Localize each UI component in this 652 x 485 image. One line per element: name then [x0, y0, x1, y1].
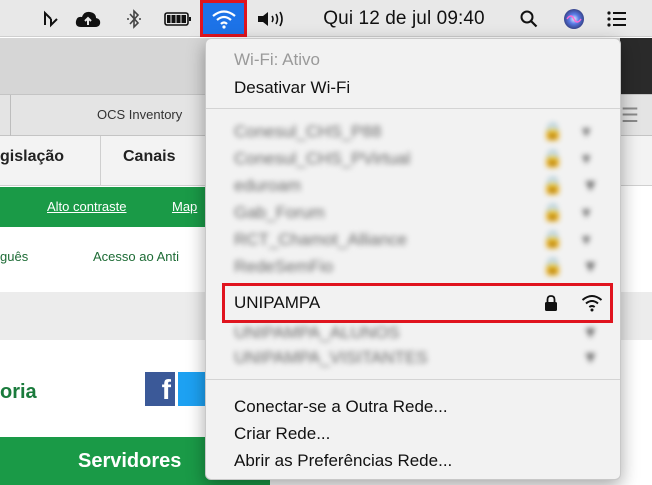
create-network[interactable]: Criar Rede...	[206, 421, 620, 447]
menu-icon[interactable]: ☰	[621, 103, 639, 128]
wifi-status: Wi-Fi: Ativo	[234, 50, 320, 69]
lock-icon: 🔒	[542, 122, 564, 141]
lock-icon: 🔒	[542, 176, 564, 195]
section-heading: oria	[0, 381, 37, 403]
volume-icon[interactable]	[254, 0, 288, 37]
nav-tab-legislacao[interactable]: gislação	[0, 148, 64, 166]
connect-other-network[interactable]: Conectar-se a Outra Rede...	[206, 394, 620, 420]
tab-ocs-inventory[interactable]: OCS Inventory	[97, 107, 182, 122]
selected-network-highlight	[222, 283, 613, 323]
lock-icon: 🔒	[542, 149, 564, 168]
bluetooth-icon[interactable]	[122, 0, 146, 37]
tab-divider	[10, 95, 11, 137]
network-item[interactable]: eduroam 🔒 ▼	[206, 173, 620, 199]
nav-tab-canais[interactable]: Canais	[123, 148, 175, 166]
network-item[interactable]: UNIPAMPA_VISITANTES ▼	[206, 345, 620, 371]
network-item[interactable]: Conesul_CHS_PVirtual 🔒 ▾	[206, 146, 620, 172]
menu-bar: Qui 12 de jul 09:40	[0, 0, 652, 37]
wifi-signal-icon: ▾	[582, 149, 591, 168]
lock-icon: 🔒	[542, 203, 564, 222]
accessibility-bar: Alto contraste Map	[0, 187, 210, 227]
open-network-preferences[interactable]: Abrir as Preferências Rede...	[206, 448, 620, 474]
menu-separator	[206, 108, 620, 109]
cursor-icon[interactable]	[38, 0, 64, 37]
network-item[interactable]: Conesul_CHS_P88 🔒 ▾	[206, 119, 620, 145]
toolbar-dark-edge	[620, 38, 652, 94]
network-item[interactable]: Gab_Forum 🔒 ▾	[206, 200, 620, 226]
network-name: RCT_Chamot_Alliance	[234, 230, 407, 249]
network-name: eduroam	[234, 176, 302, 195]
wifi-signal-icon: ▼	[582, 176, 599, 195]
nav-divider	[100, 136, 101, 186]
wifi-icon[interactable]	[200, 0, 247, 37]
wifi-toggle[interactable]: Desativar Wi-Fi	[206, 75, 620, 101]
lock-icon: 🔒	[542, 230, 564, 249]
wifi-signal-icon: ▾	[582, 122, 591, 141]
battery-icon[interactable]	[162, 0, 194, 37]
link-acesso-anti[interactable]: Acesso ao Anti	[93, 249, 179, 264]
network-name: UNIPAMPA_VISITANTES	[234, 348, 428, 367]
cloud-upload-icon[interactable]	[72, 0, 104, 37]
wifi-menu: Wi-Fi: Ativo Desativar Wi-Fi Conesul_CHS…	[205, 38, 621, 480]
twitter-icon[interactable]	[178, 372, 206, 406]
list-icon[interactable]	[601, 0, 633, 37]
siri-icon[interactable]	[559, 0, 589, 37]
network-name: UNIPAMPA_ALUNOS	[234, 323, 400, 342]
link-alto-contraste[interactable]: Alto contraste	[47, 199, 127, 214]
wifi-signal-icon: ▼	[582, 348, 599, 367]
menu-clock[interactable]: Qui 12 de jul 09:40	[304, 0, 504, 37]
network-item[interactable]: RCT_Chamot_Alliance 🔒 ▾	[206, 227, 620, 253]
menu-separator	[206, 379, 620, 380]
lock-icon: 🔒	[542, 257, 564, 276]
link-mapa[interactable]: Map	[172, 199, 197, 214]
wifi-signal-icon: ▾	[582, 230, 591, 249]
facebook-icon[interactable]: f	[145, 372, 175, 406]
wifi-signal-icon: ▼	[582, 257, 599, 276]
wifi-signal-icon: ▾	[582, 203, 591, 222]
network-name: Conesul_CHS_P88	[234, 122, 382, 141]
wifi-signal-icon: ▼	[582, 323, 599, 342]
network-name: RedeSemFio	[234, 257, 334, 276]
network-item[interactable]: UNIPAMPA_ALUNOS ▼	[206, 320, 620, 346]
search-icon[interactable]	[515, 0, 543, 37]
network-item[interactable]: RedeSemFio 🔒 ▼	[206, 254, 620, 280]
link-portugues[interactable]: guês	[0, 249, 28, 264]
network-name: Conesul_CHS_PVirtual	[234, 149, 411, 168]
network-name: Gab_Forum	[234, 203, 325, 222]
